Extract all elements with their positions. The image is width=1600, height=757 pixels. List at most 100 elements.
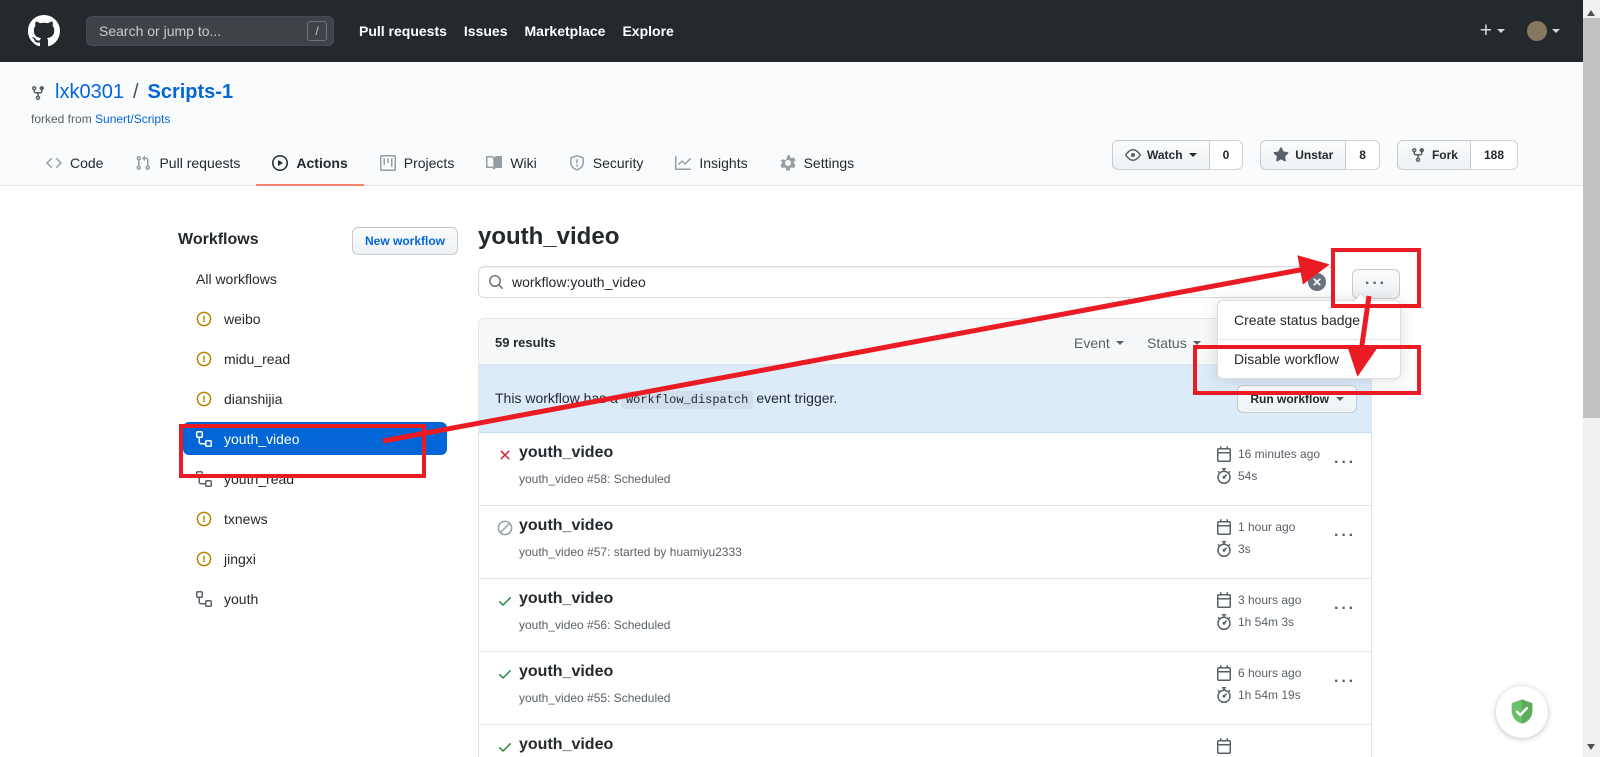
sidebar-item-youth[interactable]: youth bbox=[178, 579, 460, 619]
kebab-icon bbox=[1334, 673, 1356, 690]
run-meta: 1 hour ago 3s bbox=[1216, 517, 1295, 561]
tab-label: Wiki bbox=[510, 155, 536, 171]
check-success-icon bbox=[497, 666, 513, 682]
sidebar-item-midu-read[interactable]: midu_read bbox=[178, 339, 460, 379]
status-filter[interactable]: Status bbox=[1147, 335, 1201, 351]
sidebar-item-youth-video[interactable]: youth_video bbox=[183, 422, 447, 455]
nav-explore[interactable]: Explore bbox=[622, 23, 673, 39]
header-right bbox=[1480, 20, 1560, 42]
warning-icon bbox=[196, 391, 212, 407]
filter-label: Status bbox=[1147, 335, 1187, 351]
fork-count[interactable]: 188 bbox=[1471, 140, 1518, 170]
run-name-link[interactable]: youth_video bbox=[519, 663, 613, 681]
star-filled-icon bbox=[1273, 147, 1289, 163]
repo-name-link[interactable]: Scripts-1 bbox=[148, 81, 234, 104]
tab-label: Pull requests bbox=[159, 155, 240, 171]
nav-marketplace[interactable]: Marketplace bbox=[525, 23, 606, 39]
github-logo-icon[interactable] bbox=[28, 15, 60, 47]
sidebar-item-jingxi[interactable]: jingxi bbox=[178, 539, 460, 579]
tab-settings[interactable]: Settings bbox=[764, 142, 871, 186]
new-workflow-button[interactable]: New workflow bbox=[352, 227, 458, 255]
scrollbar[interactable] bbox=[1583, 0, 1600, 757]
tab-insights[interactable]: Insights bbox=[659, 142, 763, 186]
workflow-label: dianshijia bbox=[224, 391, 282, 407]
run-row[interactable]: youth_video youth_video #57: started by … bbox=[479, 506, 1371, 579]
run-description: youth_video #58: Scheduled bbox=[519, 472, 670, 486]
sidebar-item-dianshijia[interactable]: dianshijia bbox=[178, 379, 460, 419]
workflow-options-menu: Create status badge Disable workflow bbox=[1217, 300, 1401, 379]
run-name-link[interactable]: youth_video bbox=[519, 736, 613, 754]
nav-pull-requests[interactable]: Pull requests bbox=[359, 23, 447, 39]
run-time: 1 hour ago bbox=[1238, 520, 1295, 534]
run-time: 3 hours ago bbox=[1238, 593, 1301, 607]
global-search: / bbox=[86, 16, 334, 46]
fork-group: Fork 188 bbox=[1397, 140, 1518, 170]
sidebar-item-youth-read[interactable]: youth_read bbox=[178, 459, 460, 499]
calendar-icon bbox=[1216, 446, 1232, 462]
run-row[interactable]: youth_video youth_video #56: Scheduled 3… bbox=[479, 579, 1371, 652]
unstar-button[interactable]: Unstar bbox=[1260, 140, 1346, 170]
caret-down-icon bbox=[1116, 341, 1124, 345]
run-options-icon[interactable] bbox=[1334, 450, 1356, 476]
forked-from-line: forked from Sunert/Scripts bbox=[31, 112, 170, 126]
run-options-icon[interactable] bbox=[1334, 669, 1356, 695]
tab-code[interactable]: Code bbox=[30, 142, 119, 186]
warning-icon bbox=[196, 551, 212, 567]
workflows-heading: Workflows bbox=[178, 231, 259, 249]
sidebar-item-weibo[interactable]: weibo bbox=[178, 299, 460, 339]
run-row[interactable]: youth_video youth_video #55: Scheduled 6… bbox=[479, 652, 1371, 725]
kebab-icon bbox=[1334, 527, 1356, 544]
event-filter[interactable]: Event bbox=[1074, 335, 1124, 351]
adblock-shield-overlay[interactable] bbox=[1496, 686, 1548, 738]
watch-label: Watch bbox=[1147, 148, 1183, 162]
caret-down-icon bbox=[1336, 397, 1344, 401]
tab-actions[interactable]: Actions bbox=[256, 142, 363, 186]
caret-down-icon bbox=[1189, 153, 1197, 157]
sidebar-item-txnews[interactable]: txnews bbox=[178, 499, 460, 539]
run-workflow-button[interactable]: Run workflow bbox=[1237, 385, 1357, 413]
banner-text-before: This workflow has a bbox=[495, 390, 618, 406]
tab-label: Settings bbox=[804, 155, 855, 171]
tab-wiki[interactable]: Wiki bbox=[470, 142, 552, 186]
star-count[interactable]: 8 bbox=[1346, 140, 1380, 170]
clear-search-icon[interactable] bbox=[1308, 273, 1326, 291]
sidebar-item-all-workflows[interactable]: All workflows bbox=[178, 259, 460, 299]
run-name-link[interactable]: youth_video bbox=[519, 590, 613, 608]
scroll-down-icon[interactable] bbox=[1587, 744, 1595, 754]
fork-button[interactable]: Fork bbox=[1397, 140, 1471, 170]
tab-security[interactable]: Security bbox=[553, 142, 660, 186]
workflow-label: jingxi bbox=[224, 551, 256, 567]
scrollbar-thumb[interactable] bbox=[1583, 18, 1600, 418]
forked-from-link[interactable]: Sunert/Scripts bbox=[95, 112, 170, 126]
tab-pull-requests[interactable]: Pull requests bbox=[119, 142, 256, 186]
run-name-link[interactable]: youth_video bbox=[519, 444, 613, 462]
run-meta bbox=[1216, 736, 1238, 757]
global-search-input[interactable] bbox=[86, 16, 334, 46]
menu-item-create-status-badge[interactable]: Create status badge bbox=[1218, 301, 1400, 339]
run-name-link[interactable]: youth_video bbox=[519, 517, 613, 535]
menu-item-disable-workflow[interactable]: Disable workflow bbox=[1218, 339, 1400, 378]
check-success-icon bbox=[497, 739, 513, 755]
run-row[interactable]: youth_video bbox=[479, 725, 1371, 757]
star-group: Unstar 8 bbox=[1260, 140, 1380, 170]
runs-search-input[interactable] bbox=[478, 266, 1335, 298]
scroll-up-icon[interactable] bbox=[1587, 6, 1595, 16]
tab-label: Security bbox=[593, 155, 644, 171]
run-duration: 3s bbox=[1238, 542, 1251, 556]
nav-issues[interactable]: Issues bbox=[464, 23, 508, 39]
run-options-icon[interactable] bbox=[1334, 596, 1356, 622]
git-pull-request-icon bbox=[135, 155, 151, 171]
run-options-icon[interactable] bbox=[1334, 523, 1356, 549]
run-row[interactable]: youth_video youth_video #58: Scheduled 1… bbox=[479, 433, 1371, 506]
eye-icon bbox=[1125, 147, 1141, 163]
tab-projects[interactable]: Projects bbox=[364, 142, 471, 186]
watch-count[interactable]: 0 bbox=[1210, 140, 1244, 170]
repo-owner-link[interactable]: lxk0301 bbox=[55, 81, 124, 104]
watch-button[interactable]: Watch bbox=[1112, 140, 1210, 170]
user-menu[interactable] bbox=[1527, 21, 1560, 41]
runs-panel: 59 results Event Status This workflow ha… bbox=[478, 318, 1372, 757]
run-meta: 16 minutes ago 54s bbox=[1216, 444, 1320, 488]
workflow-label: All workflows bbox=[196, 271, 277, 287]
create-new-menu[interactable] bbox=[1480, 20, 1505, 42]
stopwatch-icon bbox=[1216, 468, 1232, 484]
